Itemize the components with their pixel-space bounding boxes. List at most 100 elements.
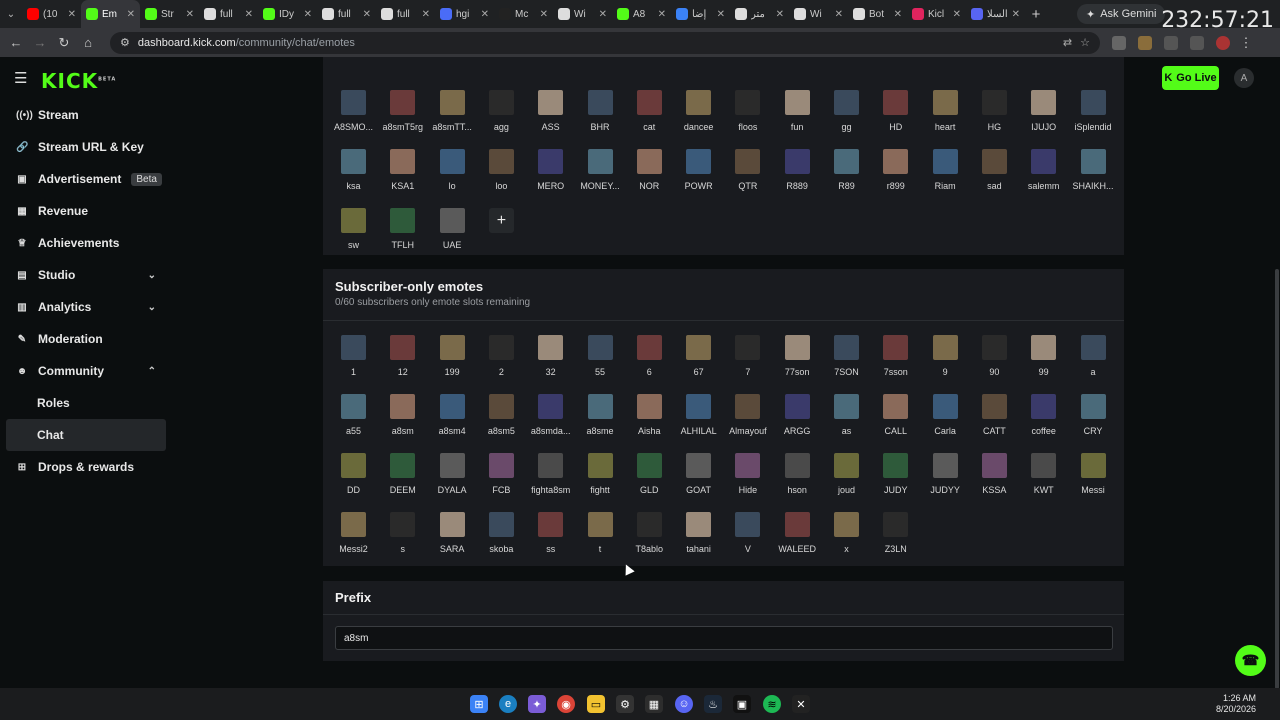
emote-item[interactable]: QTR [723,149,772,201]
browser-tab[interactable]: hgi ✕ [435,0,494,28]
emote-item[interactable]: Almayouf [723,394,772,446]
emote-item[interactable]: CALL [871,394,920,446]
emote-item[interactable]: POWR [674,149,723,201]
browser-tab[interactable]: السلا ✕ [966,0,1025,28]
page-scrollbar[interactable] [1275,269,1279,688]
emote-item[interactable]: a8sm [378,394,427,446]
extension-icon[interactable] [1138,35,1152,50]
emote-item[interactable]: cat [625,90,674,142]
emote-item[interactable]: loo [477,149,526,201]
emote-item[interactable]: a8sme [576,394,625,446]
emote-item[interactable]: Carla [921,394,970,446]
chevron-down-icon[interactable]: ⌄ [148,302,156,313]
emote-item[interactable]: a8smT5rg [378,90,427,142]
profile-icon[interactable] [1216,35,1230,50]
emote-item[interactable]: 9 [921,335,970,387]
emote-item[interactable]: s [378,512,427,564]
emote-item[interactable]: coffee [1019,394,1068,446]
emote-item[interactable]: ss [526,512,575,564]
sidebar-item-advertisement[interactable]: ▣ Advertisement Beta [6,163,166,195]
emote-item[interactable]: ARGG [773,394,822,446]
emote-item[interactable]: lo [428,149,477,201]
extension-icon[interactable] [1112,35,1126,50]
close-tab-icon[interactable]: ✕ [599,9,607,20]
close-tab-icon[interactable]: ✕ [68,9,76,20]
emote-item[interactable]: a [1069,335,1118,387]
emote-item[interactable]: heart [921,90,970,142]
emote-item[interactable]: fightt [576,453,625,505]
emote-item[interactable]: fighta8sm [526,453,575,505]
browser-tab[interactable]: Em ✕ [81,0,140,28]
emote-item[interactable]: TFLH [378,208,427,260]
emote-item[interactable]: 77son [773,335,822,387]
emote-item[interactable]: salemm [1019,149,1068,201]
emote-item[interactable]: ksa [329,149,378,201]
browser-tab[interactable]: IDy ✕ [258,0,317,28]
sidebar-item-stream[interactable]: ((•)) Stream [6,99,166,131]
close-tab-icon[interactable]: ✕ [304,9,312,20]
browser-tab[interactable]: (10 ✕ [22,0,81,28]
emote-item[interactable]: MONEY... [576,149,625,201]
emote-item[interactable]: ASS [526,90,575,142]
file-explorer-icon[interactable]: ▭ [587,695,605,713]
emote-item[interactable]: tahani [674,512,723,564]
emote-item[interactable]: BHR [576,90,625,142]
emote-item[interactable]: V [723,512,772,564]
browser-tab[interactable]: Str ✕ [140,0,199,28]
go-live-button[interactable]: K Go Live [1162,66,1219,90]
browser-tab[interactable]: full ✕ [376,0,435,28]
emote-item[interactable]: 99 [1019,335,1068,387]
emote-item[interactable]: 32 [526,335,575,387]
emote-item[interactable]: agg [477,90,526,142]
close-tab-icon[interactable]: ✕ [481,9,489,20]
emote-item[interactable]: CATT [970,394,1019,446]
home-icon[interactable]: ⌂ [80,35,96,50]
emote-item[interactable]: NOR [625,149,674,201]
emote-item[interactable]: a8sm4 [428,394,477,446]
emote-item[interactable]: 6 [625,335,674,387]
emote-item[interactable]: sad [970,149,1019,201]
emote-item[interactable]: GLD [625,453,674,505]
emote-item[interactable]: 1 [329,335,378,387]
chrome-icon[interactable]: ◉ [557,695,575,713]
close-tab-icon[interactable]: ✕ [245,9,253,20]
tab-search-icon[interactable]: ⌄ [0,0,22,28]
close-tab-icon[interactable]: ✕ [835,9,843,20]
emote-item[interactable]: fun [773,90,822,142]
emote-item[interactable]: skoba [477,512,526,564]
emote-item[interactable]: 199 [428,335,477,387]
sidebar-item-revenue[interactable]: ▦ Revenue [6,195,166,227]
emote-item[interactable]: DD [329,453,378,505]
forward-icon[interactable]: → [32,35,48,50]
back-icon[interactable]: ← [8,35,24,50]
emote-item[interactable]: hson [773,453,822,505]
taskbar-clock[interactable]: 1:26 AM 8/20/2026 [1216,693,1256,715]
emote-item[interactable]: 12 [378,335,427,387]
emote-item[interactable]: Aisha [625,394,674,446]
sidebar-item-stream-url-key[interactable]: 🔗 Stream URL & Key [6,131,166,163]
browser-tab[interactable]: A8 ✕ [612,0,671,28]
address-bar[interactable]: ⚙ dashboard.kick.com/community/chat/emot… [110,31,1100,54]
browser-tab[interactable]: Kicl ✕ [907,0,966,28]
sidebar-item-studio[interactable]: ▤ Studio ⌄ [6,259,166,291]
emote-item[interactable]: T8ablo [625,512,674,564]
emote-item[interactable]: HG [970,90,1019,142]
browser-tab[interactable]: Wi ✕ [789,0,848,28]
emote-item[interactable]: MERO [526,149,575,201]
support-chat-icon[interactable]: ☎ [1235,645,1266,676]
emote-item[interactable]: a8smda... [526,394,575,446]
store-icon[interactable]: ▦ [645,695,663,713]
emote-item[interactable]: Riam [921,149,970,201]
browser-tab[interactable]: Mc ✕ [494,0,553,28]
hamburger-menu-icon[interactable]: ☰ [14,69,27,87]
emote-item[interactable]: floos [723,90,772,142]
emote-item[interactable]: 55 [576,335,625,387]
emote-item[interactable]: gg [822,90,871,142]
emote-item[interactable]: iSplendid [1069,90,1118,142]
browser-tab[interactable]: Bot ✕ [848,0,907,28]
emote-item[interactable]: Messi2 [329,512,378,564]
reading-list-icon[interactable] [1190,35,1204,50]
emote-item[interactable]: 2 [477,335,526,387]
menu-kebab-icon[interactable]: ⋮ [1238,35,1254,51]
sidebar-item-community[interactable]: ☻ Community ⌃ [6,355,166,387]
